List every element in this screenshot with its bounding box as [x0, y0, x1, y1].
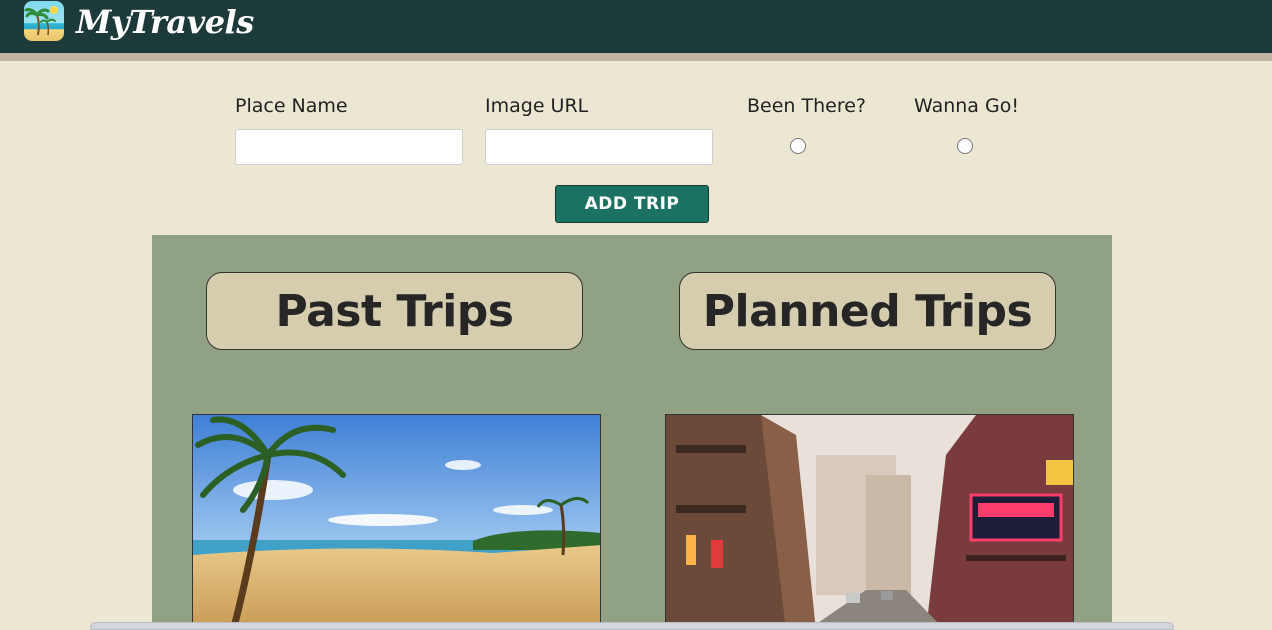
- app-root: MyTravels Place Name Image URL Been Ther…: [0, 0, 1272, 630]
- top-nav-bar: MyTravels: [0, 0, 1272, 61]
- past-trips-heading: Past Trips: [275, 285, 514, 337]
- been-there-label: Been There?: [747, 95, 867, 117]
- past-trip-card[interactable]: [192, 414, 601, 630]
- tropical-beach-photo: [193, 415, 600, 629]
- planned-trip-card[interactable]: [665, 414, 1074, 630]
- place-name-input[interactable]: [235, 129, 463, 165]
- wanna-go-radio[interactable]: [957, 138, 973, 154]
- city-street-photo: [666, 415, 1073, 629]
- app-title[interactable]: MyTravels: [76, 3, 254, 41]
- os-dock: [90, 622, 1174, 630]
- trips-panel: Past Trips Planned Trips: [152, 235, 1112, 630]
- planned-trips-heading-box: Planned Trips: [679, 272, 1056, 350]
- place-name-label: Place Name: [235, 95, 348, 117]
- been-there-radio[interactable]: [790, 138, 806, 154]
- past-trips-heading-box: Past Trips: [206, 272, 583, 350]
- planned-trips-heading: Planned Trips: [702, 285, 1033, 337]
- palm-beach-icon[interactable]: [24, 1, 64, 41]
- add-trip-button[interactable]: ADD TRIP: [555, 185, 709, 223]
- image-url-input[interactable]: [485, 129, 713, 165]
- wanna-go-label: Wanna Go!: [914, 95, 1019, 117]
- image-url-label: Image URL: [485, 95, 589, 117]
